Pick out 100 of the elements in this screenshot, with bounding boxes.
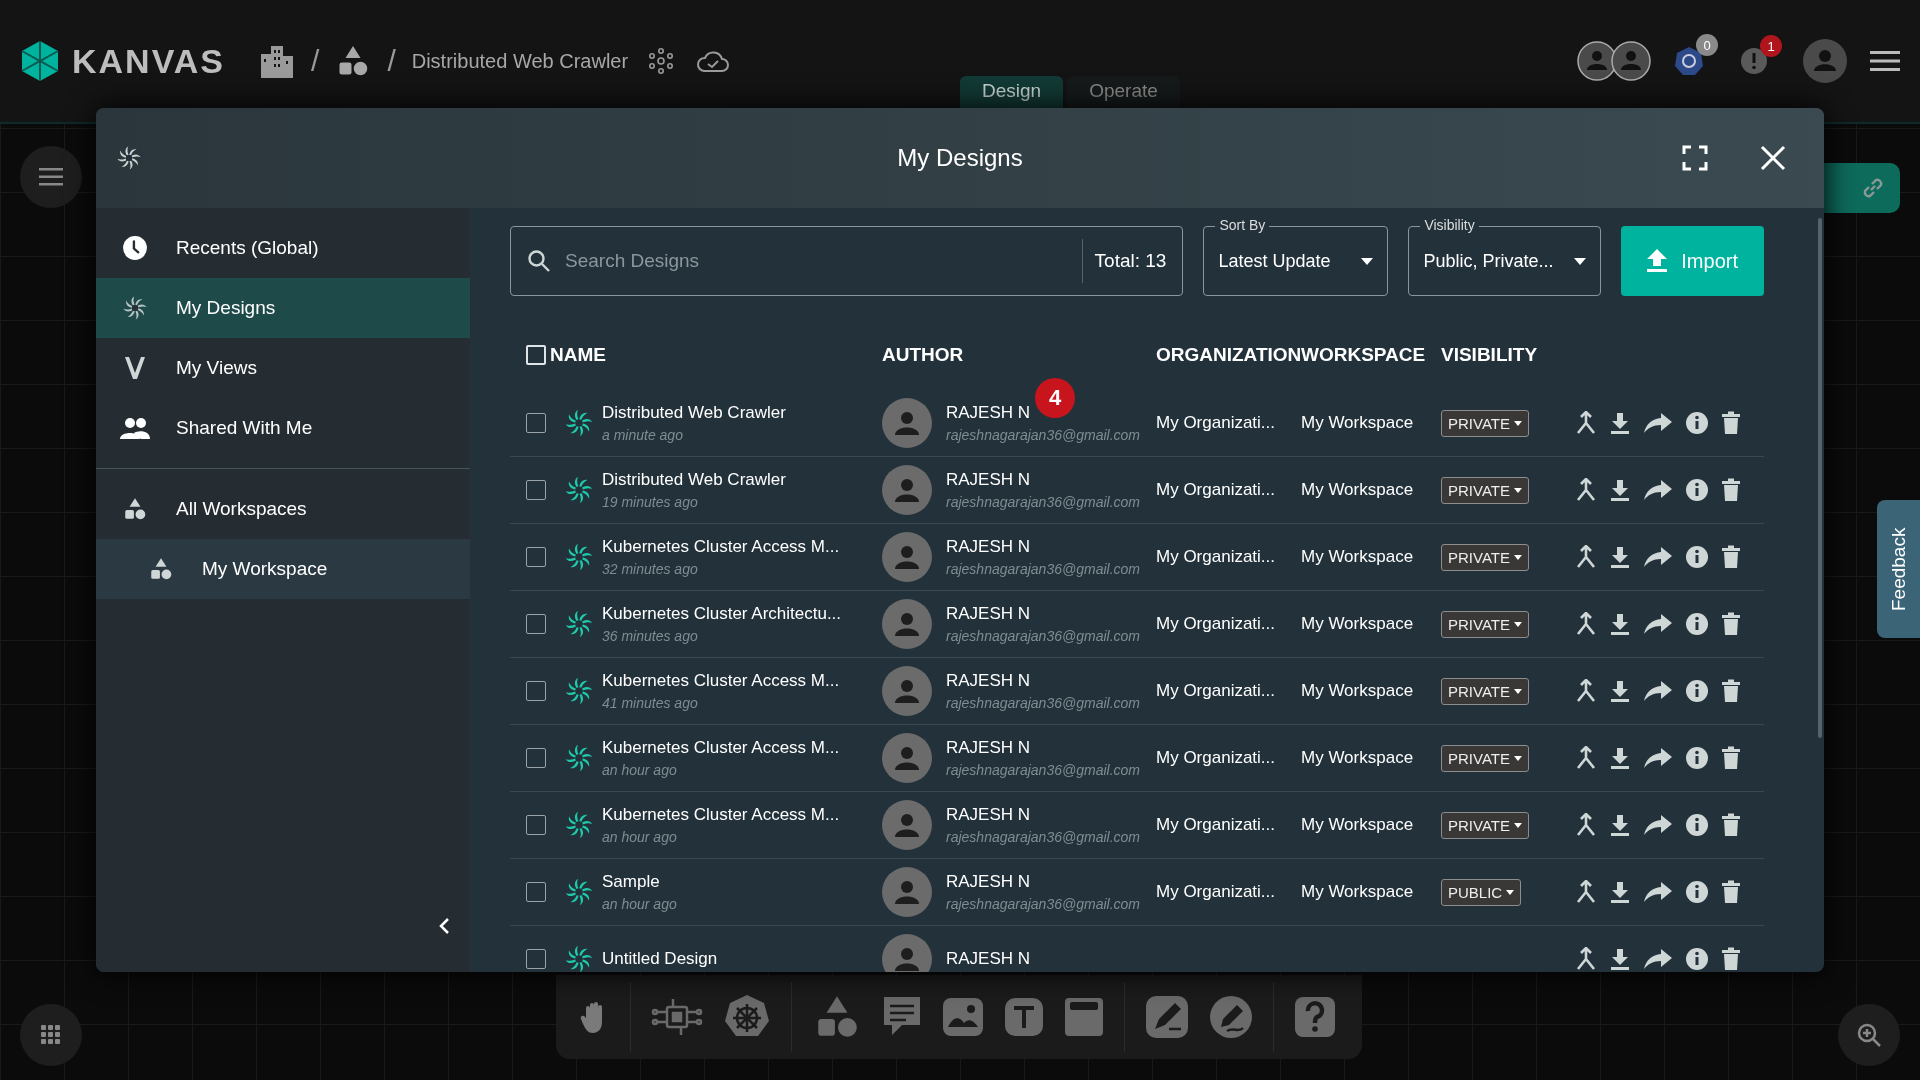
- visibility-dropdown[interactable]: PRIVATE: [1441, 677, 1529, 705]
- merge-icon[interactable]: [1575, 746, 1597, 770]
- sidebar-item[interactable]: Recents (Global): [96, 218, 470, 278]
- sidebar-item[interactable]: My Views: [96, 338, 470, 398]
- trash-icon[interactable]: [1721, 813, 1741, 837]
- row-checkbox[interactable]: [526, 815, 546, 835]
- info-icon[interactable]: [1685, 947, 1709, 971]
- card-icon[interactable]: [1064, 997, 1104, 1037]
- row-checkbox[interactable]: [526, 681, 546, 701]
- merge-icon[interactable]: [1575, 411, 1597, 435]
- design-name[interactable]: Distributed Web Crawler: [602, 470, 882, 490]
- download-icon[interactable]: [1609, 880, 1631, 904]
- info-icon[interactable]: [1685, 679, 1709, 703]
- download-icon[interactable]: [1609, 612, 1631, 636]
- table-row[interactable]: Kubernetes Cluster Access M... an hour ago RAJESH N rajeshnagarajan36@gmail.com My Organizati... My Workspace PRIVATE: [510, 792, 1764, 859]
- table-row[interactable]: Untitled Design RAJESH N: [510, 926, 1764, 972]
- search-bar[interactable]: Search Designs Total: 13: [510, 226, 1184, 296]
- cloud-check-icon[interactable]: [696, 49, 731, 73]
- trash-icon[interactable]: [1721, 612, 1741, 636]
- info-icon[interactable]: [1685, 813, 1709, 837]
- share-arrow-icon[interactable]: [1643, 814, 1673, 836]
- visibility-dropdown[interactable]: PRIVATE: [1441, 744, 1529, 772]
- row-checkbox[interactable]: [526, 480, 546, 500]
- feedback-tab[interactable]: Feedback: [1877, 500, 1920, 638]
- share-arrow-icon[interactable]: [1643, 479, 1673, 501]
- trash-icon[interactable]: [1721, 545, 1741, 569]
- trash-icon[interactable]: [1721, 478, 1741, 502]
- share-arrow-icon[interactable]: [1643, 613, 1673, 635]
- share-arrow-icon[interactable]: [1643, 412, 1673, 434]
- design-name[interactable]: Kubernetes Cluster Access M...: [602, 738, 882, 758]
- help-icon[interactable]: [1294, 996, 1336, 1038]
- visibility-dropdown[interactable]: PRIVATE: [1441, 476, 1529, 504]
- design-name[interactable]: Distributed Web Crawler: [411, 49, 629, 73]
- row-checkbox[interactable]: [526, 547, 546, 567]
- merge-icon[interactable]: [1575, 880, 1597, 904]
- info-icon[interactable]: [1685, 746, 1709, 770]
- share-arrow-icon[interactable]: [1643, 546, 1673, 568]
- info-icon[interactable]: [1685, 478, 1709, 502]
- table-row[interactable]: Kubernetes Cluster Access M... an hour ago RAJESH N rajeshnagarajan36@gmail.com My Organizati... My Workspace PRIVATE: [510, 725, 1764, 792]
- table-row[interactable]: Distributed Web Crawler 19 minutes ago RAJESH N rajeshnagarajan36@gmail.com My Organizati... My Workspace PRIVATE: [510, 457, 1764, 524]
- merge-icon[interactable]: [1575, 947, 1597, 971]
- alert-icon[interactable]: [1740, 47, 1768, 75]
- mode-tab[interactable]: Design: [960, 76, 1064, 110]
- info-icon[interactable]: [1685, 545, 1709, 569]
- design-name[interactable]: Kubernetes Cluster Access M...: [602, 805, 882, 825]
- fullscreen-icon[interactable]: [1682, 145, 1708, 171]
- merge-icon[interactable]: [1575, 612, 1597, 636]
- mode-tab[interactable]: Operate: [1067, 76, 1180, 110]
- download-icon[interactable]: [1609, 478, 1631, 502]
- sidebar-item[interactable]: My Workspace: [96, 539, 470, 599]
- trash-icon[interactable]: [1721, 947, 1741, 971]
- table-row[interactable]: Kubernetes Cluster Access M... 32 minutes ago RAJESH N rajeshnagarajan36@gmail.com My Organizati... My Workspace PRIVATE: [510, 524, 1764, 591]
- trash-icon[interactable]: [1721, 679, 1741, 703]
- share-arrow-icon[interactable]: [1643, 680, 1673, 702]
- select-all-checkbox[interactable]: [526, 345, 546, 365]
- row-checkbox[interactable]: [526, 748, 546, 768]
- row-checkbox[interactable]: [526, 614, 546, 634]
- pen-icon[interactable]: [1145, 995, 1189, 1039]
- merge-icon[interactable]: [1575, 545, 1597, 569]
- sidebar-item[interactable]: My Designs: [96, 278, 470, 338]
- text-tool-icon[interactable]: [1004, 997, 1044, 1037]
- share-arrow-icon[interactable]: [1643, 948, 1673, 970]
- design-name[interactable]: Kubernetes Cluster Access M...: [602, 671, 882, 691]
- download-icon[interactable]: [1609, 813, 1631, 837]
- info-icon[interactable]: [1685, 880, 1709, 904]
- cluster-icon[interactable]: [648, 48, 675, 74]
- trash-icon[interactable]: [1721, 880, 1741, 904]
- table-row[interactable]: Sample an hour ago RAJESH N rajeshnagarajan36@gmail.com My Organizati... My Workspace PUBLIC: [510, 859, 1764, 926]
- trash-icon[interactable]: [1721, 411, 1741, 435]
- design-name[interactable]: Distributed Web Crawler: [602, 403, 882, 423]
- sidebar-item[interactable]: Shared With Me: [96, 398, 470, 458]
- info-icon[interactable]: [1685, 411, 1709, 435]
- info-icon[interactable]: [1685, 612, 1709, 636]
- row-checkbox[interactable]: [526, 413, 546, 433]
- visibility-dropdown[interactable]: PUBLIC: [1441, 878, 1522, 906]
- wheel-badge-icon[interactable]: [1674, 46, 1704, 76]
- row-checkbox[interactable]: [526, 949, 546, 969]
- merge-icon[interactable]: [1575, 679, 1597, 703]
- share-arrow-icon[interactable]: [1643, 881, 1673, 903]
- download-icon[interactable]: [1609, 679, 1631, 703]
- visibility-dropdown[interactable]: PRIVATE: [1441, 409, 1529, 437]
- close-icon[interactable]: [1760, 145, 1786, 171]
- sidebar-item[interactable]: All Workspaces: [96, 479, 470, 539]
- pencil-icon[interactable]: [1209, 995, 1253, 1039]
- merge-icon[interactable]: [1575, 813, 1597, 837]
- trash-icon[interactable]: [1721, 746, 1741, 770]
- menu-icon[interactable]: [1870, 50, 1900, 72]
- download-icon[interactable]: [1609, 545, 1631, 569]
- download-icon[interactable]: [1609, 746, 1631, 770]
- download-icon[interactable]: [1609, 947, 1631, 971]
- visibility-dropdown[interactable]: PRIVATE: [1441, 811, 1529, 839]
- design-name[interactable]: Kubernetes Cluster Architectu...: [602, 604, 882, 624]
- search-input[interactable]: Search Designs: [563, 249, 1070, 273]
- collaborators-icon[interactable]: [1576, 40, 1652, 82]
- visibility-dropdown[interactable]: PRIVATE: [1441, 543, 1529, 571]
- image-icon[interactable]: [942, 997, 984, 1037]
- table-row[interactable]: Kubernetes Cluster Access M... 41 minutes ago RAJESH N rajeshnagarajan36@gmail.com My Organizati... My Workspace PRIVATE: [510, 658, 1764, 725]
- design-name[interactable]: Sample: [602, 872, 882, 892]
- row-checkbox[interactable]: [526, 882, 546, 902]
- design-name[interactable]: Untitled Design: [602, 949, 882, 969]
